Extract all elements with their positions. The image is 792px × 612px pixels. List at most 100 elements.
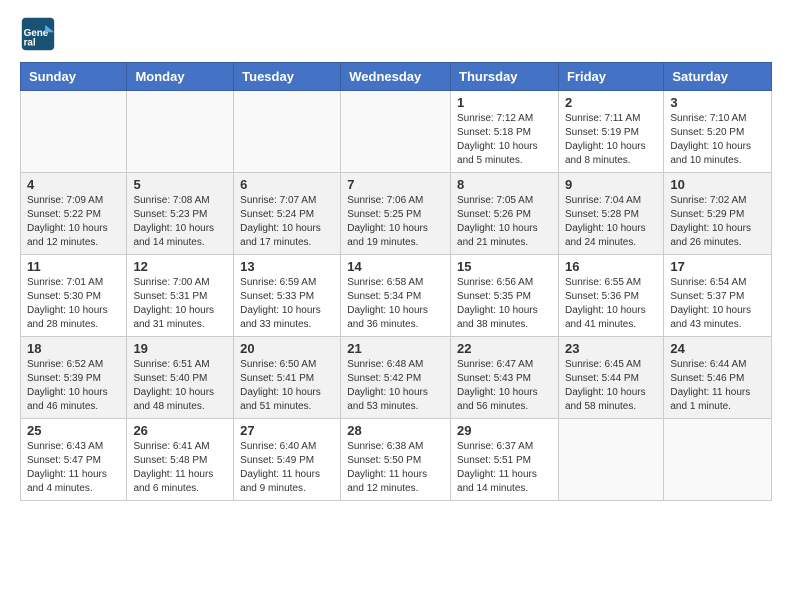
calendar-table: SundayMondayTuesdayWednesdayThursdayFrid…	[20, 62, 772, 501]
day-cell: 7 Sunrise: 7:06 AM Sunset: 5:25 PM Daylig…	[341, 173, 451, 255]
day-info: Sunrise: 6:51 AM Sunset: 5:40 PM Dayligh…	[133, 358, 227, 414]
day-cell: 10Sunrise: 7:02 AM Sunset: 5:29 PM Dayli…	[664, 173, 772, 255]
day-info: Sunrise: 6:56 AM Sunset: 5:35 PM Dayligh…	[457, 276, 552, 332]
day-cell: 14Sunrise: 6:58 AM Sunset: 5:34 PM Dayli…	[341, 255, 451, 337]
day-number: 20	[240, 341, 334, 356]
day-cell: 9 Sunrise: 7:04 AM Sunset: 5:28 PM Daylig…	[558, 173, 663, 255]
day-info: Sunrise: 6:59 AM Sunset: 5:33 PM Dayligh…	[240, 276, 334, 332]
day-cell: 27 Sunrise: 6:40 AM Sunset: 5:49 PM Dayli…	[234, 419, 341, 501]
day-number: 6	[240, 177, 334, 192]
day-number: 18	[27, 341, 120, 356]
calendar-header-row: SundayMondayTuesdayWednesdayThursdayFrid…	[21, 63, 772, 91]
day-cell	[234, 91, 341, 173]
day-info: Sunrise: 7:08 AM Sunset: 5:23 PM Dayligh…	[133, 194, 227, 250]
day-number: 8	[457, 177, 552, 192]
day-info: Sunrise: 6:40 AM Sunset: 5:49 PM Dayligh…	[240, 440, 334, 496]
day-cell	[341, 91, 451, 173]
day-cell: 22 Sunrise: 6:47 AM Sunset: 5:43 PM Dayli…	[451, 337, 559, 419]
week-row-4: 18 Sunrise: 6:52 AM Sunset: 5:39 PM Dayli…	[21, 337, 772, 419]
day-info: Sunrise: 6:48 AM Sunset: 5:42 PM Dayligh…	[347, 358, 444, 414]
day-cell: 28 Sunrise: 6:38 AM Sunset: 5:50 PM Dayli…	[341, 419, 451, 501]
day-cell: 18 Sunrise: 6:52 AM Sunset: 5:39 PM Dayli…	[21, 337, 127, 419]
day-cell: 12 Sunrise: 7:00 AM Sunset: 5:31 PM Dayli…	[127, 255, 234, 337]
day-info: Sunrise: 7:11 AM Sunset: 5:19 PM Dayligh…	[565, 112, 657, 168]
day-cell: 3 Sunrise: 7:10 AM Sunset: 5:20 PM Daylig…	[664, 91, 772, 173]
day-cell: 17 Sunrise: 6:54 AM Sunset: 5:37 PM Dayli…	[664, 255, 772, 337]
day-info: Sunrise: 6:37 AM Sunset: 5:51 PM Dayligh…	[457, 440, 552, 496]
svg-text:ral: ral	[24, 38, 36, 49]
day-number: 17	[670, 259, 765, 274]
day-number: 15	[457, 259, 552, 274]
day-number: 16	[565, 259, 657, 274]
day-cell: 15 Sunrise: 6:56 AM Sunset: 5:35 PM Dayli…	[451, 255, 559, 337]
day-cell: 24Sunrise: 6:44 AM Sunset: 5:46 PM Dayli…	[664, 337, 772, 419]
day-info: Sunrise: 7:05 AM Sunset: 5:26 PM Dayligh…	[457, 194, 552, 250]
day-cell: 29 Sunrise: 6:37 AM Sunset: 5:51 PM Dayli…	[451, 419, 559, 501]
day-number: 7	[347, 177, 444, 192]
day-cell	[664, 419, 772, 501]
day-info: Sunrise: 7:06 AM Sunset: 5:25 PM Dayligh…	[347, 194, 444, 250]
day-number: 26	[133, 423, 227, 438]
week-row-2: 4 Sunrise: 7:09 AM Sunset: 5:22 PM Daylig…	[21, 173, 772, 255]
day-cell: 23 Sunrise: 6:45 AM Sunset: 5:44 PM Dayli…	[558, 337, 663, 419]
header-sunday: Sunday	[21, 63, 127, 91]
day-cell: 26 Sunrise: 6:41 AM Sunset: 5:48 PM Dayli…	[127, 419, 234, 501]
day-number: 27	[240, 423, 334, 438]
day-number: 13	[240, 259, 334, 274]
logo-icon: Gene ral	[20, 16, 56, 52]
day-number: 21	[347, 341, 444, 356]
header-monday: Monday	[127, 63, 234, 91]
day-info: Sunrise: 6:52 AM Sunset: 5:39 PM Dayligh…	[27, 358, 120, 414]
day-info: Sunrise: 6:50 AM Sunset: 5:41 PM Dayligh…	[240, 358, 334, 414]
day-number: 4	[27, 177, 120, 192]
day-info: Sunrise: 6:47 AM Sunset: 5:43 PM Dayligh…	[457, 358, 552, 414]
day-info: Sunrise: 7:09 AM Sunset: 5:22 PM Dayligh…	[27, 194, 120, 250]
header-thursday: Thursday	[451, 63, 559, 91]
day-cell: 6 Sunrise: 7:07 AM Sunset: 5:24 PM Daylig…	[234, 173, 341, 255]
day-cell	[21, 91, 127, 173]
day-info: Sunrise: 6:44 AM Sunset: 5:46 PM Dayligh…	[670, 358, 765, 414]
day-cell	[558, 419, 663, 501]
day-info: Sunrise: 6:45 AM Sunset: 5:44 PM Dayligh…	[565, 358, 657, 414]
day-number: 2	[565, 95, 657, 110]
week-row-1: 1Sunrise: 7:12 AM Sunset: 5:18 PM Daylig…	[21, 91, 772, 173]
day-number: 22	[457, 341, 552, 356]
day-cell: 21 Sunrise: 6:48 AM Sunset: 5:42 PM Dayli…	[341, 337, 451, 419]
day-number: 28	[347, 423, 444, 438]
day-info: Sunrise: 7:12 AM Sunset: 5:18 PM Dayligh…	[457, 112, 552, 168]
day-number: 12	[133, 259, 227, 274]
page-header: Gene ral	[20, 16, 772, 52]
day-cell: 25Sunrise: 6:43 AM Sunset: 5:47 PM Dayli…	[21, 419, 127, 501]
day-info: Sunrise: 6:55 AM Sunset: 5:36 PM Dayligh…	[565, 276, 657, 332]
week-row-5: 25Sunrise: 6:43 AM Sunset: 5:47 PM Dayli…	[21, 419, 772, 501]
day-cell: 16 Sunrise: 6:55 AM Sunset: 5:36 PM Dayli…	[558, 255, 663, 337]
day-number: 3	[670, 95, 765, 110]
week-row-3: 11Sunrise: 7:01 AM Sunset: 5:30 PM Dayli…	[21, 255, 772, 337]
day-number: 5	[133, 177, 227, 192]
day-info: Sunrise: 6:58 AM Sunset: 5:34 PM Dayligh…	[347, 276, 444, 332]
header-friday: Friday	[558, 63, 663, 91]
day-number: 9	[565, 177, 657, 192]
day-info: Sunrise: 7:07 AM Sunset: 5:24 PM Dayligh…	[240, 194, 334, 250]
day-number: 23	[565, 341, 657, 356]
day-number: 10	[670, 177, 765, 192]
day-info: Sunrise: 7:10 AM Sunset: 5:20 PM Dayligh…	[670, 112, 765, 168]
header-wednesday: Wednesday	[341, 63, 451, 91]
day-number: 19	[133, 341, 227, 356]
header-tuesday: Tuesday	[234, 63, 341, 91]
day-cell	[127, 91, 234, 173]
day-info: Sunrise: 6:41 AM Sunset: 5:48 PM Dayligh…	[133, 440, 227, 496]
day-cell: 1Sunrise: 7:12 AM Sunset: 5:18 PM Daylig…	[451, 91, 559, 173]
day-cell: 20 Sunrise: 6:50 AM Sunset: 5:41 PM Dayli…	[234, 337, 341, 419]
day-info: Sunrise: 7:04 AM Sunset: 5:28 PM Dayligh…	[565, 194, 657, 250]
logo: Gene ral	[20, 16, 60, 52]
day-cell: 8 Sunrise: 7:05 AM Sunset: 5:26 PM Daylig…	[451, 173, 559, 255]
header-saturday: Saturday	[664, 63, 772, 91]
day-info: Sunrise: 6:38 AM Sunset: 5:50 PM Dayligh…	[347, 440, 444, 496]
day-cell: 5 Sunrise: 7:08 AM Sunset: 5:23 PM Daylig…	[127, 173, 234, 255]
day-cell: 4 Sunrise: 7:09 AM Sunset: 5:22 PM Daylig…	[21, 173, 127, 255]
day-info: Sunrise: 6:54 AM Sunset: 5:37 PM Dayligh…	[670, 276, 765, 332]
day-info: Sunrise: 7:01 AM Sunset: 5:30 PM Dayligh…	[27, 276, 120, 332]
day-number: 29	[457, 423, 552, 438]
day-info: Sunrise: 7:00 AM Sunset: 5:31 PM Dayligh…	[133, 276, 227, 332]
